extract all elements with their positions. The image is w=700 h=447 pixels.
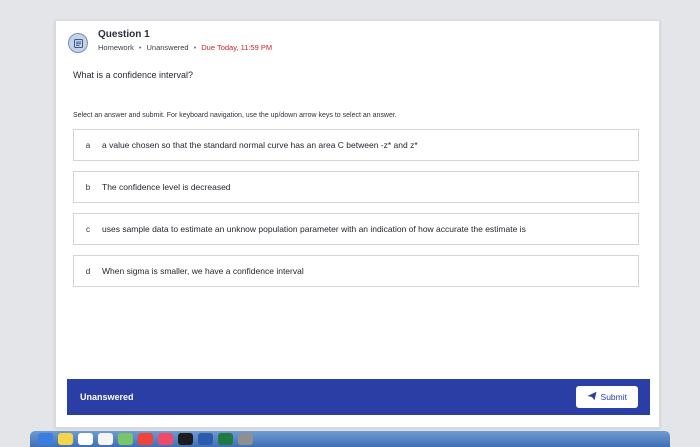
separator-dot: • [138,43,142,52]
option-text: When sigma is smaller, we have a confide… [102,266,304,276]
assignment-type: Homework [98,43,134,52]
option-letter: d [85,266,91,276]
option-text: The confidence level is decreased [102,182,231,192]
question-icon [68,33,88,53]
due-date: Due Today, 11:59 PM [201,43,273,52]
answer-instructions: Select an answer and submit. For keyboar… [73,112,397,119]
settings-icon[interactable] [238,433,253,445]
option-letter: a [85,140,91,150]
word-icon[interactable] [198,433,213,445]
footer-status: Unanswered [80,392,134,402]
answer-option-a[interactable]: a a value chosen so that the standard no… [73,129,639,161]
option-letter: c [86,224,90,234]
answer-status: Unanswered [146,43,189,52]
music-icon[interactable] [158,433,173,445]
answer-footer-bar: Unanswered Submit [67,379,650,415]
answer-option-c[interactable]: c uses sample data to estimate an unknow… [73,213,639,245]
question-meta: Homework • Unanswered • Due Today, 11:59… [98,43,272,52]
news-icon[interactable] [138,433,153,445]
answer-option-b[interactable]: b The confidence level is decreased [73,171,639,203]
app-store-icon[interactable] [38,433,53,445]
option-letter: b [85,182,91,192]
submit-button[interactable]: Submit [575,386,638,408]
question-prompt: What is a confidence interval? [73,70,194,80]
notes-icon[interactable] [58,433,73,445]
answer-option-d[interactable]: d When sigma is smaller, we have a confi… [73,255,639,287]
submit-label: Submit [600,392,627,402]
macos-dock [30,431,670,447]
question-card: Question 1 Homework • Unanswered • Due T… [55,20,660,428]
option-text: a value chosen so that the standard norm… [102,140,418,150]
question-title: Question 1 [98,29,150,40]
option-text: uses sample data to estimate an unknow p… [102,224,526,234]
excel-icon[interactable] [218,433,233,445]
photos-icon[interactable] [78,433,93,445]
send-icon [587,391,597,403]
calendar-icon[interactable] [98,433,113,445]
tv-icon[interactable] [178,433,193,445]
maps-icon[interactable] [118,433,133,445]
separator-dot: • [193,43,197,52]
